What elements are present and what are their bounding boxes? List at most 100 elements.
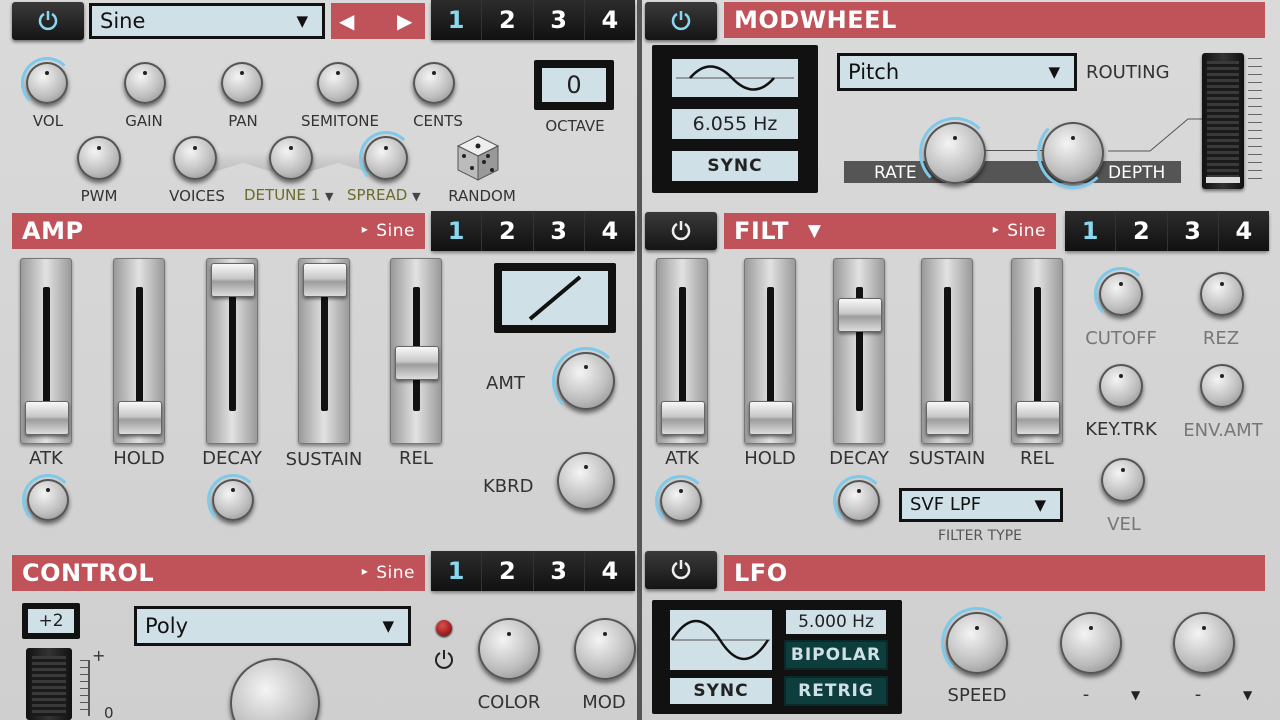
color-knob[interactable]: [478, 618, 540, 680]
amp-sustain-fader[interactable]: [298, 258, 350, 444]
power-icon[interactable]: [432, 648, 456, 676]
semitone-knob[interactable]: [317, 62, 359, 104]
fader-cap[interactable]: [838, 297, 882, 332]
fader-cap[interactable]: [1016, 401, 1060, 435]
fader-cap[interactable]: [661, 401, 705, 435]
filt-hold-fader[interactable]: [744, 258, 796, 444]
amp-wave-select[interactable]: Sine: [362, 213, 415, 250]
control-tab-3[interactable]: 3: [533, 551, 585, 591]
filt-rel-fader[interactable]: [1011, 258, 1063, 444]
filt-tab-1[interactable]: 1: [1065, 211, 1117, 251]
glide-knob[interactable]: [230, 658, 320, 720]
octave-value[interactable]: 0: [540, 66, 608, 104]
osc-tab-3[interactable]: 3: [533, 0, 585, 40]
filt-tab-2[interactable]: 2: [1116, 211, 1168, 251]
fader-cap[interactable]: [749, 401, 793, 435]
amp-atk-fader[interactable]: [20, 258, 72, 444]
rez-knob[interactable]: [1200, 272, 1244, 316]
filt-atk-curve-knob[interactable]: [655, 475, 707, 527]
lfo-dest2-knob[interactable]: [1173, 612, 1235, 674]
keytrk-knob[interactable]: [1099, 364, 1143, 408]
routing-select[interactable]: Pitch ▼: [837, 53, 1077, 91]
filt-atk-fader[interactable]: [656, 258, 708, 444]
lfo-rate-value[interactable]: 5.000 Hz: [784, 608, 888, 636]
lfo-dest1-knob[interactable]: [1060, 612, 1122, 674]
filter-type-label: FILTER TYPE: [937, 528, 1023, 544]
filt-sustain-fader[interactable]: [921, 258, 973, 444]
detune-knob[interactable]: [269, 136, 313, 180]
mod-wheel[interactable]: [1202, 53, 1244, 189]
osc-tab-2[interactable]: 2: [482, 0, 534, 40]
filt-tab-4[interactable]: 4: [1218, 211, 1269, 251]
control-tab-2[interactable]: 2: [482, 551, 534, 591]
vol-knob[interactable]: [21, 57, 73, 109]
filter-type-select[interactable]: SVF LPF ▼: [899, 488, 1063, 522]
amp-atk-curve-knob[interactable]: [22, 474, 74, 526]
pwm-knob[interactable]: [77, 136, 121, 180]
amp-tab-4[interactable]: 4: [584, 211, 635, 251]
filt-tab-3[interactable]: 3: [1167, 211, 1219, 251]
filt-wave-select[interactable]: Sine: [993, 213, 1046, 250]
amp-decay-curve-knob[interactable]: [207, 474, 259, 526]
voices-knob[interactable]: [173, 136, 217, 180]
chevron-down-icon[interactable]: ▼: [808, 221, 822, 241]
modwheel-rate-value[interactable]: 6.055 Hz: [670, 107, 800, 141]
cutoff-knob[interactable]: [1094, 267, 1148, 321]
triangle-right-icon[interactable]: ▶: [397, 9, 412, 33]
osc-power-button[interactable]: [12, 2, 84, 40]
amp-tab-1[interactable]: 1: [431, 211, 483, 251]
fader-cap[interactable]: [211, 263, 255, 297]
lfo-wave-screen[interactable]: [668, 608, 774, 672]
lfo-sync-button[interactable]: SYNC: [668, 676, 774, 706]
control-wave-select[interactable]: Sine: [362, 555, 415, 592]
detune-label[interactable]: DETUNE 1 ▼: [244, 186, 333, 204]
envamt-knob[interactable]: [1200, 364, 1244, 408]
lfo-dest1-label: -: [1082, 684, 1090, 705]
voice-mode-select[interactable]: Poly ▼: [134, 606, 411, 646]
amp-tab-3[interactable]: 3: [533, 211, 585, 251]
amp-hold-fader[interactable]: [113, 258, 165, 444]
modwheel-wave-screen[interactable]: [670, 57, 800, 99]
lfo-retrig-button[interactable]: RETRIG: [784, 676, 888, 706]
modwheel-sync-button[interactable]: SYNC: [670, 149, 800, 183]
amp-kbrd-knob[interactable]: [557, 452, 615, 510]
fader-cap[interactable]: [395, 345, 439, 380]
dice-icon[interactable]: [456, 134, 500, 186]
caret-down-icon[interactable]: ▼: [1131, 688, 1140, 702]
filt-decay-fader[interactable]: [833, 258, 885, 444]
pan-knob[interactable]: [221, 62, 263, 104]
fader-cap[interactable]: [25, 401, 69, 435]
modwheel-power-button[interactable]: [645, 2, 717, 40]
mod-wheel-marker: [1206, 177, 1240, 183]
amp-curve-display[interactable]: [494, 263, 616, 333]
transpose-value[interactable]: +2: [26, 607, 76, 635]
lfo-bipolar-button[interactable]: BIPOLAR: [784, 640, 888, 670]
fader-cap[interactable]: [303, 263, 347, 297]
filt-decay-curve-knob[interactable]: [833, 475, 885, 527]
fader-cap[interactable]: [118, 401, 162, 435]
osc-waveform-select[interactable]: Sine ▼: [89, 3, 325, 39]
mod-knob[interactable]: [574, 618, 636, 680]
control-tab-4[interactable]: 4: [584, 551, 635, 591]
osc-tab-4[interactable]: 4: [584, 0, 635, 40]
amp-rel-fader[interactable]: [390, 258, 442, 444]
amp-decay-fader[interactable]: [206, 258, 258, 444]
spread-label[interactable]: SPREAD ▼: [347, 186, 421, 204]
cents-knob[interactable]: [413, 62, 455, 104]
spread-knob[interactable]: [359, 131, 413, 185]
pitch-wheel[interactable]: [26, 648, 72, 720]
osc-tab-1[interactable]: 1: [431, 0, 483, 40]
vel-knob[interactable]: [1101, 458, 1145, 502]
lfo-speed-knob[interactable]: [941, 607, 1013, 679]
depth-knob[interactable]: [1037, 117, 1109, 189]
amp-amt-knob[interactable]: [552, 347, 620, 415]
triangle-left-icon[interactable]: ◀: [339, 9, 354, 33]
lfo-power-button[interactable]: [645, 551, 717, 589]
fader-cap[interactable]: [926, 401, 970, 435]
control-tab-1[interactable]: 1: [431, 551, 483, 591]
gain-knob[interactable]: [124, 62, 166, 104]
amp-tab-2[interactable]: 2: [482, 211, 534, 251]
rate-knob[interactable]: [919, 117, 991, 189]
caret-down-icon[interactable]: ▼: [1243, 688, 1252, 702]
filt-power-button[interactable]: [645, 212, 717, 250]
